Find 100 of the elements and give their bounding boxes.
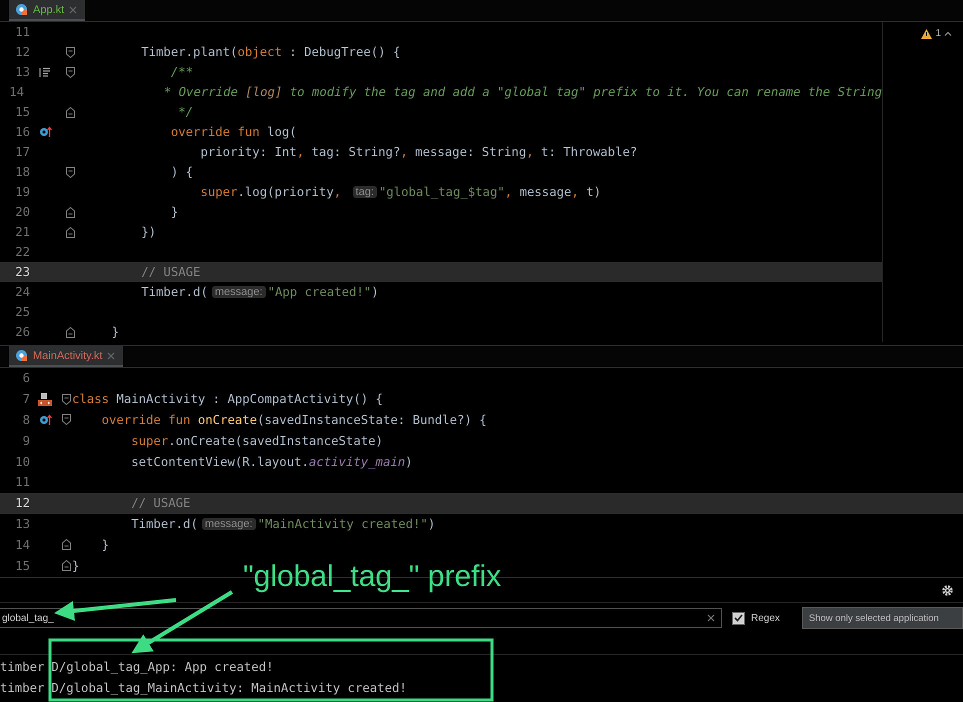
- code-text: }): [140, 225, 156, 239]
- search-field[interactable]: global_tag_: [0, 608, 722, 628]
- code-text: MainActivity : AppCompatActivity() {: [116, 392, 383, 406]
- code-text: super: [130, 434, 168, 448]
- code-text: ,: [526, 145, 534, 159]
- code-text: .onCreate(savedInstanceState): [168, 434, 383, 448]
- line-number: 11: [14, 475, 30, 490]
- warning-icon[interactable]: [921, 28, 932, 38]
- line-number: 10: [14, 454, 30, 469]
- line-number: 26: [14, 325, 30, 339]
- line-number: 9: [22, 434, 30, 448]
- kotlin-file-icon: [15, 349, 28, 362]
- fold-icon[interactable]: [62, 394, 70, 405]
- code-text: "App created!": [268, 285, 372, 299]
- clear-icon[interactable]: [707, 614, 715, 622]
- code-text: object: [237, 45, 282, 59]
- line-number: 14: [14, 538, 30, 552]
- fold-icon[interactable]: [66, 206, 74, 218]
- override-icon[interactable]: [38, 126, 52, 138]
- close-icon[interactable]: [107, 352, 116, 360]
- code-text: message: String: [414, 145, 526, 159]
- code-text: override fun: [170, 125, 261, 139]
- regex-label: Regex: [751, 612, 780, 624]
- line-number: 15: [14, 558, 30, 573]
- fold-icon[interactable]: [66, 106, 74, 118]
- line-number: 24: [14, 285, 30, 299]
- code-text: "global_tag_$tag": [378, 185, 505, 199]
- line-number: 19: [14, 185, 30, 199]
- code-text: // USAGE: [140, 265, 200, 279]
- doc-comment-icon[interactable]: [39, 66, 51, 78]
- kotlin-file-icon: [15, 3, 28, 16]
- fold-icon[interactable]: [62, 539, 70, 550]
- log-message: D/global_tag_MainActivity: MainActivity created!: [51, 680, 407, 694]
- annotation-label: "global_tag_" prefix: [243, 560, 502, 594]
- code-text: setContentView(R.layout.: [130, 454, 309, 469]
- code-text: }: [100, 538, 110, 552]
- line-number: 16: [14, 125, 30, 139]
- tab-label: MainActivity.kt: [33, 350, 102, 362]
- fold-icon[interactable]: [66, 66, 74, 78]
- code-text: }: [110, 325, 120, 339]
- line-number: 23: [14, 265, 30, 279]
- line-number: 13: [14, 516, 30, 531]
- code-text: activity_main: [308, 454, 406, 469]
- log-message: D/global_tag_App: App created!: [51, 660, 274, 674]
- code-text: "MainActivity created!": [258, 516, 428, 531]
- code-text: override fun: [100, 412, 192, 427]
- fold-icon[interactable]: [62, 414, 70, 426]
- line-number: 21: [14, 225, 30, 239]
- line-number: 15: [14, 105, 30, 119]
- code-text: ,: [296, 145, 304, 159]
- code-text: ,: [504, 185, 512, 199]
- close-icon[interactable]: [69, 6, 78, 14]
- code-text: Timber.plant(: [140, 45, 238, 59]
- fold-icon[interactable]: [62, 560, 70, 572]
- line-number: 22: [14, 245, 30, 259]
- caret-icon[interactable]: [944, 31, 952, 36]
- code-text: Timber.d(: [130, 516, 198, 531]
- line-number: 8: [22, 412, 30, 427]
- code-text: tag: String?: [310, 145, 400, 159]
- log-tag: timber: [0, 680, 44, 694]
- warning-count: 1: [935, 28, 941, 39]
- line-number: 7: [22, 392, 30, 406]
- app-filter-dropdown[interactable]: Show only selected application: [802, 607, 963, 629]
- layout-file-icon[interactable]: [37, 392, 53, 407]
- fold-icon[interactable]: [66, 326, 74, 338]
- parameter-hint: tag:: [352, 186, 377, 198]
- regex-checkbox[interactable]: [732, 612, 745, 624]
- code-text: [log]: [245, 85, 282, 99]
- log-tag: timber: [0, 660, 44, 674]
- code-text: */: [177, 105, 194, 119]
- code-text: onCreate: [198, 412, 258, 427]
- code-text: (savedInstanceState: Bundle?) {: [257, 412, 487, 427]
- code-text: ): [405, 454, 413, 469]
- code-text: * Override: [162, 85, 239, 99]
- line-number: 11: [14, 25, 30, 39]
- code-text: t: Throwable?: [540, 145, 638, 159]
- code-text: ) {: [170, 165, 194, 179]
- code-text: /**: [170, 65, 194, 79]
- file-tab[interactable]: App.kt: [9, 0, 86, 21]
- line-number: 13: [14, 65, 30, 79]
- code-text: .log(priority: [237, 185, 334, 199]
- parameter-hint: message:: [202, 518, 256, 530]
- override-icon[interactable]: [38, 414, 52, 426]
- line-number: 17: [14, 145, 30, 159]
- code-text: }: [72, 558, 80, 573]
- line-number: 6: [22, 371, 30, 386]
- settings-icon[interactable]: [941, 584, 954, 596]
- line-number: 25: [14, 305, 30, 319]
- code-text: log(: [267, 125, 297, 139]
- fold-icon[interactable]: [66, 226, 74, 238]
- file-tab[interactable]: MainActivity.kt: [9, 346, 124, 367]
- code-text: Timber.d(: [140, 285, 208, 299]
- line-number: 18: [14, 165, 30, 179]
- parameter-hint: message:: [212, 286, 266, 298]
- code-text: t): [585, 185, 602, 199]
- code-text: ,: [571, 185, 579, 199]
- fold-icon[interactable]: [66, 46, 74, 58]
- fold-icon[interactable]: [66, 166, 74, 178]
- code-text: message: [518, 185, 572, 199]
- code-text: // USAGE: [130, 496, 190, 510]
